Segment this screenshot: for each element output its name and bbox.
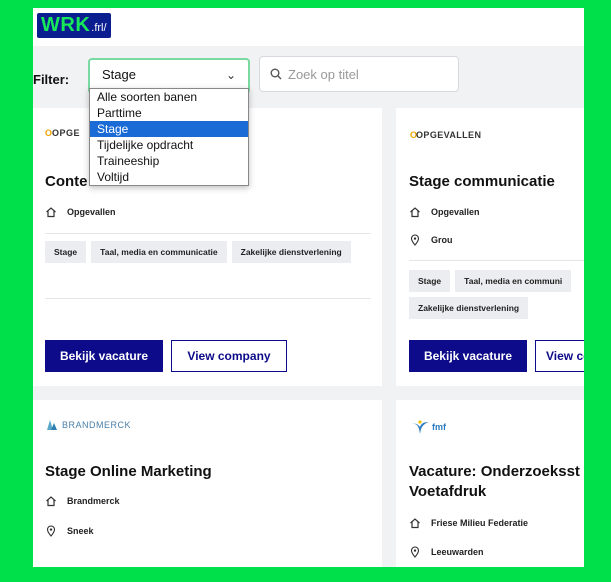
tag: Stage [409,270,451,292]
tag: Stage [45,241,87,263]
location-name: Leeuwarden [431,547,484,557]
company-logo-text: fmf [432,422,446,432]
brandmerck-mark-icon [47,420,57,430]
view-vacancy-button[interactable]: Bekijk vacature [45,340,163,372]
company-logo[interactable]: O OPGEVALLEN [410,120,520,150]
company-name[interactable]: Brandmerck [67,496,120,506]
location-name: Sneek [67,526,94,536]
company-logo-text: OPGEVALLEN [416,130,482,140]
home-icon [410,207,420,218]
option-stage[interactable]: Stage [90,121,248,137]
company-logo[interactable]: fmf [410,412,500,442]
job-title-line: Voetafdruk [409,483,487,500]
site-header: WRK .frl/ [33,8,584,46]
job-card: O OPGEVALLEN Stage communicatie Opgevalle… [396,108,584,386]
job-type-selected-value: Stage [102,67,136,82]
job-card: BRANDMERCK Stage Online Marketing Brandm… [33,400,382,567]
location-pin-icon [46,525,56,537]
location-pin-icon [410,234,420,246]
wrk-logo[interactable]: WRK .frl/ [37,13,111,38]
location-row: Grou [409,234,453,246]
job-title[interactable]: Vacature: Onderzoeksst Voetafdruk [409,462,580,502]
home-icon [46,207,56,218]
tag: Taal, media en communicatie [91,241,227,263]
app-screen: WRK .frl/ Filter: Stage ⌄ Zoek op titel … [33,8,584,567]
filter-label: Filter: [33,72,70,87]
job-title-line: Vacature: Onderzoeksst [409,463,580,480]
home-icon [46,496,56,507]
job-card: fmf Vacature: Onderzoeksst Voetafdruk Fr… [396,400,584,567]
company-row: Friese Milieu Federatie [409,517,528,529]
tag-list: Stage Taal, media en communi Zakelijke d… [409,270,584,319]
tag: Taal, media en communi [455,270,572,292]
company-logo[interactable]: BRANDMERCK [45,410,135,440]
company-logo-text: OPGE [52,128,81,138]
option-parttime[interactable]: Parttime [90,105,248,121]
divider [409,260,584,261]
search-icon [270,68,282,80]
job-title[interactable]: Stage Online Marketing [45,462,212,482]
location-pin-icon [410,546,420,558]
company-logo-text: BRANDMERCK [62,420,132,430]
tag-list: Stage Taal, media en communicatie Zakeli… [45,241,371,263]
search-placeholder: Zoek op titel [288,66,359,82]
option-traineeship[interactable]: Traineeship [90,153,248,169]
divider [45,233,371,234]
home-icon [410,518,420,529]
location-row: Leeuwarden [409,546,484,558]
tag: Zakelijke dienstverlening [409,297,529,319]
job-title[interactable]: Conte [45,172,88,192]
divider [45,298,371,299]
option-tijdelijke-opdracht[interactable]: Tijdelijke opdracht [90,137,248,153]
job-type-dropdown: Alle soorten banen Parttime Stage Tijdel… [89,88,249,186]
logo-suffix-text: .frl/ [91,22,107,34]
job-title[interactable]: Stage communicatie [409,172,555,192]
chevron-down-icon: ⌄ [225,68,236,82]
location-name: Grou [431,235,453,245]
fmf-bird-icon [411,420,429,434]
company-name[interactable]: Opgevallen [431,207,480,217]
company-name[interactable]: Friese Milieu Federatie [431,518,528,528]
location-row: Sneek [45,525,94,537]
company-row: Opgevallen [409,206,480,218]
company-row: Brandmerck [45,495,120,507]
view-company-button[interactable]: View company [171,340,287,372]
view-vacancy-button[interactable]: Bekijk vacature [409,340,527,372]
search-input[interactable]: Zoek op titel [259,56,459,92]
option-alle-soorten-banen[interactable]: Alle soorten banen [90,89,248,105]
view-company-button[interactable]: View co [535,340,584,372]
option-voltijd[interactable]: Voltijd [90,169,248,185]
logo-main-text: WRK [41,14,91,36]
company-row: Opgevallen [45,206,116,218]
tag: Zakelijke dienstverlening [231,241,351,263]
company-name[interactable]: Opgevallen [67,207,116,217]
